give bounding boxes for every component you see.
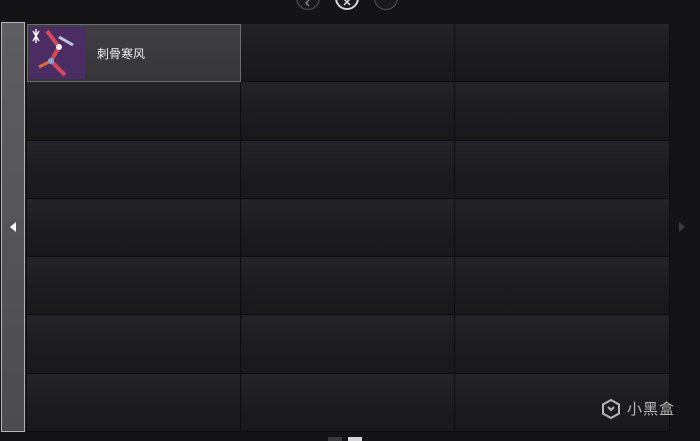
- inventory-slot[interactable]: [27, 82, 241, 141]
- inventory-slot[interactable]: [455, 315, 670, 374]
- inventory-slot[interactable]: [241, 140, 455, 199]
- collapse-panel-button[interactable]: [1, 22, 25, 432]
- item-name: 刺骨寒风: [97, 46, 146, 61]
- inventory-slot[interactable]: [241, 82, 455, 141]
- inventory-slot[interactable]: [455, 82, 670, 141]
- page-indicator[interactable]: [328, 437, 342, 441]
- inventory-slot[interactable]: [27, 198, 241, 258]
- back-tab-icon[interactable]: [296, 0, 320, 10]
- inventory-slot[interactable]: [241, 315, 455, 374]
- inventory-grid: 刺骨寒风: [27, 24, 670, 433]
- inventory-slot[interactable]: [27, 257, 241, 316]
- inventory-slot[interactable]: [241, 198, 455, 258]
- inventory-slot[interactable]: [455, 198, 670, 258]
- inventory-slot[interactable]: [455, 257, 670, 316]
- watermark: 小黑盒: [601, 398, 675, 419]
- inventory-slot[interactable]: [455, 24, 670, 83]
- inventory-slot-selected[interactable]: 刺骨寒风: [27, 24, 241, 83]
- xiaoheihe-logo-icon: [602, 398, 620, 419]
- inventory-slot[interactable]: [27, 373, 241, 433]
- inventory-slot[interactable]: [241, 373, 455, 433]
- top-tab-bar: [0, 0, 700, 12]
- blank-tab-icon[interactable]: [374, 0, 398, 10]
- inventory-slot[interactable]: [27, 140, 241, 199]
- inventory-slot[interactable]: [241, 24, 455, 83]
- chevron-left-icon: [9, 222, 16, 232]
- close-tab-icon[interactable]: [335, 0, 359, 10]
- page-indicator-active[interactable]: [348, 437, 362, 441]
- inventory-slot[interactable]: [241, 257, 455, 316]
- inventory-slot[interactable]: [455, 140, 670, 199]
- inventory-slot[interactable]: [27, 315, 241, 374]
- watermark-text: 小黑盒: [627, 400, 676, 418]
- weapon-thumbnail-icon: [29, 27, 85, 80]
- chevron-right-icon[interactable]: [679, 222, 685, 232]
